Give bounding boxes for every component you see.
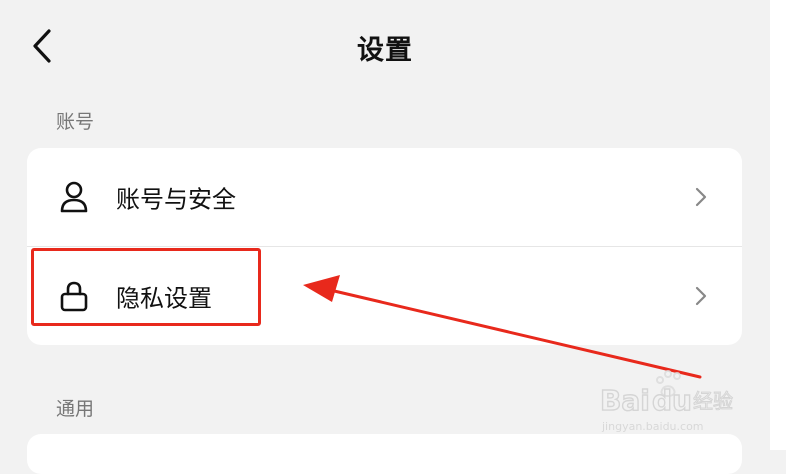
chevron-right-icon xyxy=(692,186,710,208)
settings-item-label: 隐私设置 xyxy=(116,284,212,313)
account-settings-card: 账号与安全 隐私设置 xyxy=(27,148,742,345)
settings-screen: 设置 账号 账号与安全 隐私设置 通用 xyxy=(0,0,770,474)
user-icon xyxy=(57,180,91,214)
screenshot-margin xyxy=(770,0,786,450)
page-title: 设置 xyxy=(357,35,413,66)
settings-item-account-security[interactable]: 账号与安全 xyxy=(27,148,742,246)
section-label-account: 账号 xyxy=(56,111,95,133)
chevron-right-icon xyxy=(692,285,710,307)
general-settings-card xyxy=(27,434,742,474)
settings-item-privacy[interactable]: 隐私设置 xyxy=(27,246,742,345)
lock-icon xyxy=(57,279,91,313)
section-label-general: 通用 xyxy=(56,398,95,420)
settings-item-label: 账号与安全 xyxy=(116,185,236,214)
